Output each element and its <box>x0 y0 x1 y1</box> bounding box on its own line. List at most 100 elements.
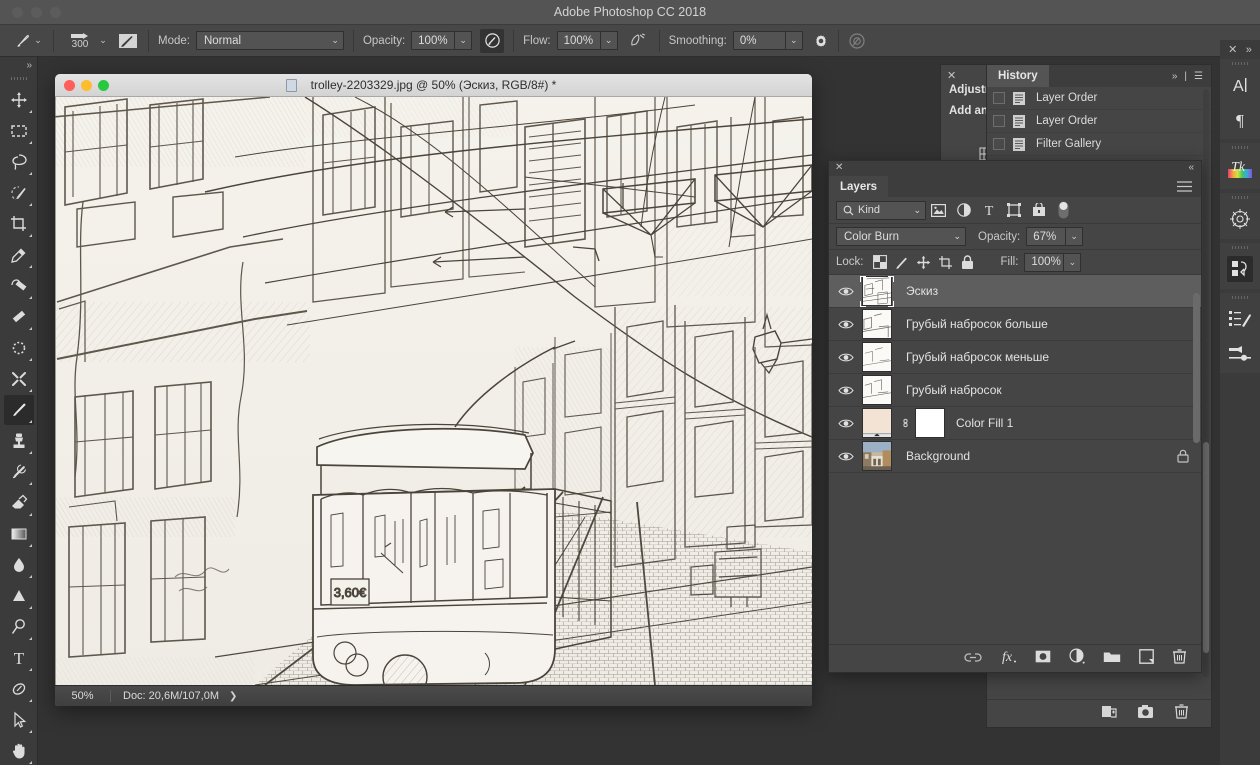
path-selection-tool[interactable] <box>4 674 34 704</box>
document-canvas[interactable]: 3,60€ <box>55 97 812 685</box>
filter-toggle-switch[interactable] <box>1051 199 1076 221</box>
lasso-tool[interactable] <box>4 147 34 177</box>
opacity-input[interactable]: 100% <box>411 31 456 50</box>
pen-tool[interactable] <box>4 612 34 642</box>
history-scrollbar-thumb[interactable] <box>1203 441 1209 653</box>
blend-mode-select[interactable]: Normal ⌄ <box>195 31 344 50</box>
layer-name[interactable]: Background <box>906 449 970 463</box>
quick-selection-tool[interactable] <box>4 178 34 208</box>
layer-thumbnail[interactable] <box>859 440 895 473</box>
zoom-level[interactable]: 50% <box>55 690 111 702</box>
layer-row[interactable]: Эскиз <box>829 275 1201 308</box>
dock-drag-handle[interactable] <box>1220 293 1260 302</box>
dodge-tool[interactable] <box>4 581 34 611</box>
layer-row[interactable]: Color Fill 1 <box>829 407 1201 440</box>
filter-pixel-layers-icon[interactable] <box>926 199 951 221</box>
filter-type-layers-icon[interactable]: T <box>976 199 1001 221</box>
layer-visibility-toggle[interactable] <box>833 385 859 396</box>
dock-drag-handle[interactable] <box>1220 143 1260 152</box>
create-document-from-state-button[interactable] <box>1101 703 1117 724</box>
history-brush-tool[interactable] <box>4 457 34 487</box>
layer-opacity-stepper[interactable]: ⌄ <box>1066 227 1084 246</box>
spot-healing-tool[interactable] <box>4 271 34 301</box>
history-snapshot-checkbox[interactable] <box>993 138 1005 150</box>
layer-name[interactable]: Грубый набросок <box>906 383 1002 397</box>
layers-panel[interactable]: ✕ « Layers Kind ⌄ T Color Burn ⌄ Opacity… <box>828 160 1202 673</box>
layer-name[interactable]: Грубый набросок больше <box>906 317 1048 331</box>
lock-position-icon[interactable] <box>913 252 935 272</box>
link-layers-button[interactable] <box>964 650 982 668</box>
layers-list[interactable]: Эскиз Грубый набросок больше Грубый набр… <box>829 275 1201 644</box>
lock-image-pixels-icon[interactable] <box>891 252 913 272</box>
pressure-opacity-toggle[interactable] <box>480 28 505 53</box>
history-scrollbar[interactable] <box>1203 89 1209 677</box>
new-layer-button[interactable] <box>1139 648 1154 669</box>
brush-tool-preset-icon[interactable] <box>14 32 32 50</box>
layer-thumbnail[interactable] <box>859 341 895 374</box>
brush-presets-panel-icon[interactable] <box>1220 336 1260 370</box>
history-snapshot-checkbox[interactable] <box>993 115 1005 127</box>
smoothing-input[interactable]: 0% <box>732 31 786 50</box>
smoothing-stepper[interactable]: ⌄ <box>785 31 803 50</box>
gear-icon[interactable] <box>813 33 829 49</box>
document-title-bar[interactable]: trolley-2203329.jpg @ 50% (Эскиз, RGB/8#… <box>55 74 812 97</box>
layer-filter-kind-select[interactable]: Kind ⌄ <box>836 200 926 220</box>
history-snapshot-checkbox[interactable] <box>993 92 1005 104</box>
history-panel-icon[interactable] <box>1220 252 1260 286</box>
history-item[interactable]: Filter Gallery <box>987 133 1211 156</box>
color-themes-panel-icon[interactable]: Tk <box>1220 152 1260 186</box>
create-snapshot-button[interactable] <box>1137 704 1154 724</box>
collapse-panel-icon[interactable]: » <box>1172 71 1178 82</box>
crop-tool[interactable] <box>4 209 34 239</box>
layers-scrollbar-thumb[interactable] <box>1193 293 1200 443</box>
flow-input[interactable]: 100% <box>556 31 601 50</box>
blur-tool[interactable] <box>4 550 34 580</box>
layer-mask-thumbnail[interactable] <box>915 408 945 438</box>
layer-visibility-toggle[interactable] <box>833 352 859 363</box>
flow-stepper[interactable]: ⌄ <box>600 31 618 50</box>
red-eye-tool[interactable] <box>4 333 34 363</box>
clone-stamp-tool[interactable] <box>4 426 34 456</box>
layer-thumbnail[interactable] <box>859 308 895 341</box>
layer-name[interactable]: Color Fill 1 <box>956 416 1013 430</box>
gradient-tool[interactable] <box>4 519 34 549</box>
tab-layers[interactable]: Layers <box>829 176 889 197</box>
filter-smart-object-icon[interactable] <box>1026 199 1051 221</box>
filter-adjustment-layers-icon[interactable] <box>951 199 976 221</box>
panel-menu-icon[interactable] <box>1177 176 1201 197</box>
status-menu-arrow-icon[interactable]: ❯ <box>229 691 237 702</box>
close-icon[interactable]: ✕ <box>947 69 956 82</box>
dock-drag-handle[interactable] <box>1220 243 1260 252</box>
history-item[interactable]: Master Opacity Change <box>987 695 1211 699</box>
layer-opacity-input[interactable]: 67% <box>1026 227 1067 246</box>
dock-drag-handle[interactable] <box>1220 59 1260 68</box>
paragraph-panel-icon[interactable]: ¶ <box>1220 102 1260 136</box>
delete-state-button[interactable] <box>1174 703 1189 724</box>
brush-preset-chevron-icon[interactable]: ⌄ <box>32 35 44 46</box>
history-item[interactable]: Layer Order <box>987 110 1211 133</box>
dock-drag-handle[interactable] <box>1220 193 1260 202</box>
history-item[interactable]: Layer Order <box>987 87 1211 110</box>
collapse-panel-icon[interactable]: « <box>1188 162 1194 173</box>
lock-transparent-pixels-icon[interactable] <box>869 252 891 272</box>
eraser-tool[interactable] <box>4 488 34 518</box>
brush-tool[interactable] <box>3 395 34 425</box>
brush-settings-panel-icon[interactable] <box>1220 302 1260 336</box>
layer-thumbnail[interactable] <box>859 374 895 407</box>
layers-panel-scrollbar[interactable] <box>1193 293 1200 443</box>
eyedropper-tool[interactable] <box>4 240 34 270</box>
layer-mask-link-icon[interactable] <box>898 416 912 430</box>
new-group-button[interactable] <box>1103 650 1121 668</box>
layer-fill-thumbnail[interactable] <box>859 407 895 440</box>
lock-all-icon[interactable] <box>957 252 979 272</box>
panel-menu-icon[interactable]: ☰ <box>1194 71 1203 82</box>
layer-name[interactable]: Эскиз <box>906 284 938 298</box>
delete-layer-button[interactable] <box>1172 648 1187 669</box>
layer-row[interactable]: Грубый набросок <box>829 374 1201 407</box>
hand-tool[interactable] <box>4 736 34 765</box>
add-layer-mask-button[interactable] <box>1035 650 1051 668</box>
airbrush-toggle[interactable] <box>626 29 650 53</box>
move-tool[interactable] <box>4 85 34 115</box>
layer-visibility-toggle[interactable] <box>833 418 859 429</box>
toolbar-expand-button[interactable]: » <box>0 57 37 73</box>
